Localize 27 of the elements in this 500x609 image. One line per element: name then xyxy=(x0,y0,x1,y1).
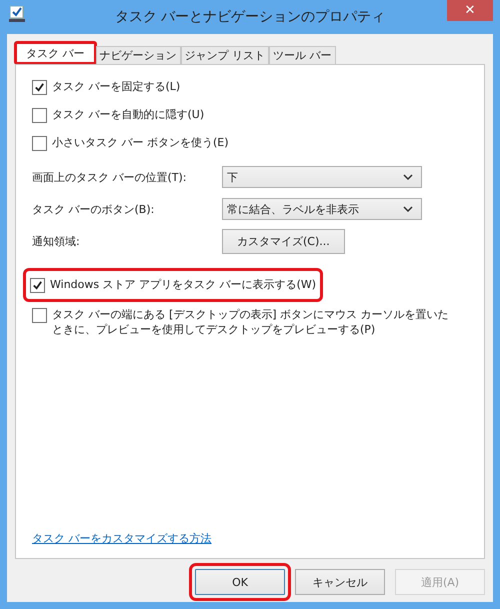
checkbox-label: Windows ストア アプリをタスク バーに表示する(W) xyxy=(50,277,316,292)
dropdown[interactable]: 下 xyxy=(222,166,422,188)
tab[interactable]: ジャンプ リスト xyxy=(180,46,269,64)
checkbox[interactable] xyxy=(32,80,47,95)
checkbox[interactable] xyxy=(32,136,47,151)
checkbox[interactable] xyxy=(32,108,47,123)
close-button[interactable]: ✕ xyxy=(447,0,493,21)
tab[interactable]: ツール バー xyxy=(269,46,336,64)
setting-label: 通知領域: xyxy=(32,234,81,248)
tab[interactable]: ナビゲーション xyxy=(96,46,180,64)
window-title: タスク バーとナビゲーションのプロパティ xyxy=(114,8,386,26)
dialog-button[interactable]: キャンセル xyxy=(295,569,385,595)
checkbox[interactable] xyxy=(32,308,47,323)
chevron-down-icon xyxy=(403,206,413,212)
setting-label: タスク バーのボタン(B): xyxy=(32,202,156,216)
tab[interactable]: タスク バー xyxy=(15,42,96,64)
checkbox-label: 小さいタスク バー ボタンを使う(E) xyxy=(52,135,229,150)
chevron-down-icon xyxy=(403,174,413,180)
help-link[interactable]: タスク バーをカスタマイズする方法 xyxy=(32,531,212,546)
checklist-icon xyxy=(9,5,25,23)
checkbox-label: タスク バーを自動的に隠す(U) xyxy=(52,107,204,122)
setting-label: 画面上のタスク バーの位置(T): xyxy=(32,170,188,184)
customize-button[interactable]: カスタマイズ(C)... xyxy=(222,228,345,254)
checkbox-label: タスク バーの端にある [デスクトップの表示] ボタンにマウス カーソルを置いたときに、プレビューを使用してデスクトップをプレビューする(P) xyxy=(52,307,450,337)
checkbox-label: タスク バーを固定する(L) xyxy=(52,79,180,94)
checkbox[interactable] xyxy=(30,278,45,293)
dropdown[interactable]: 常に結合、ラベルを非表示 xyxy=(222,198,422,220)
